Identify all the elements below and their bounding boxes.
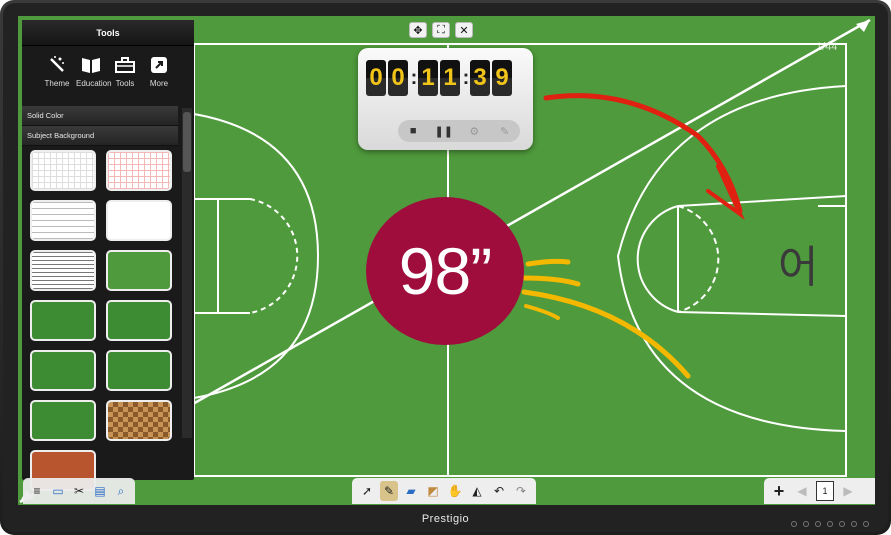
tools-tab-bar: Theme Education Tools More [22,46,194,106]
monitor-button[interactable] [839,521,845,527]
select-cursor-icon[interactable]: ➚ [358,481,376,501]
background-thumb-grid[interactable] [30,150,96,191]
timer-colon: : [410,66,418,89]
move-icon[interactable]: ✥ [409,22,427,38]
timer-digit: 3 [470,60,490,96]
eraser-icon[interactable]: ◩ [424,481,442,501]
tab-label: Education [76,79,112,88]
resize-icon[interactable]: ⛶ [432,22,450,38]
timer-digit: 9 [492,60,512,96]
tab-education[interactable]: Education [76,54,112,106]
monitor-button[interactable] [827,521,833,527]
background-thumb-lined[interactable] [30,200,96,241]
screen-size-badge: 98” [366,197,524,345]
background-thumb-field[interactable] [30,350,96,391]
background-thumb-tennis[interactable] [30,300,96,341]
page-number-button[interactable]: 1 [816,481,834,501]
screen-capture-icon[interactable]: ▤ [91,481,109,501]
redo-icon[interactable]: ↷ [512,481,530,501]
next-page-icon[interactable]: ▶ [839,481,857,501]
background-thumb-tennis-2[interactable] [106,300,172,341]
menu-item-solid-color[interactable]: Solid Color [22,106,178,126]
timer-digit: 0 [366,60,386,96]
shape-icon[interactable]: ◭ [468,481,486,501]
tab-more[interactable]: More [144,54,174,106]
close-icon[interactable]: ✕ [455,22,473,38]
object-toolbar: ✥ ⛶ ✕ [409,22,473,38]
timer-digit: 1 [418,60,438,96]
timer-controls: ■ ❚❚ ⚙ ✎ [398,120,520,142]
handwritten-character: 어 [778,242,819,293]
tab-theme[interactable]: Theme [42,54,72,106]
tab-label: Tools [115,79,135,88]
gear-icon[interactable]: ⚙ [465,122,483,140]
whiteboard-screen[interactable]: 1/44 어 ✥ ⛶ ✕ 0 0 : 1 1 : 3 9 ■ ❚❚ ⚙ ✎ 98… [18,16,875,505]
add-page-icon[interactable]: + [770,481,788,501]
monitor-button[interactable] [863,521,869,527]
highlighter-icon[interactable]: ▰ [402,481,420,501]
tab-label: More [149,79,169,88]
brand-logo: Prestigio [421,513,470,525]
menu-item-subject-background[interactable]: Subject Background [22,126,178,146]
timer-digit: 1 [440,60,460,96]
hand-icon[interactable]: ✋ [446,481,464,501]
monitor-button[interactable] [815,521,821,527]
timer-colon: : [462,66,470,89]
background-thumb-football[interactable] [30,400,96,441]
drawing-toolbar: ➚ ✎ ▰ ◩ ✋ ◭ ↶ ↷ [352,478,536,504]
stop-icon[interactable]: ■ [404,122,422,140]
monitor-bezel: 1/44 어 ✥ ⛶ ✕ 0 0 : 1 1 : 3 9 ■ ❚❚ ⚙ ✎ 98… [0,0,891,535]
zoom-icon[interactable]: ⌕ [112,481,130,501]
more-arrow-icon [148,54,170,76]
undo-icon[interactable]: ↶ [490,481,508,501]
tab-tools[interactable]: Tools [110,54,140,106]
background-thumb-soccer[interactable] [106,250,172,291]
toolbox-icon [114,54,136,76]
book-icon [80,54,102,76]
monitor-buttons [791,521,869,527]
pause-icon[interactable]: ❚❚ [435,122,453,140]
tools-panel-title: Tools [22,20,194,46]
monitor-chin: Prestigio [0,505,891,535]
tools-panel: Tools Theme Education Tools More Solid C… [22,20,194,491]
background-thumb-basketball[interactable] [106,350,172,391]
scrollbar-thumb[interactable] [183,112,191,172]
background-thumb-blank[interactable] [106,200,172,241]
tools-scrollbar[interactable] [182,108,192,438]
desktop-icon[interactable]: ▭ [49,481,67,501]
page-toolbar: + ◀ 1 ▶ [764,478,875,504]
previous-page-icon[interactable]: ◀ [793,481,811,501]
menu-icon[interactable]: ≡ [28,481,46,501]
background-thumb-chess[interactable] [106,400,172,441]
tab-label: Theme [44,79,70,88]
timer-digit: 0 [388,60,408,96]
monitor-button[interactable] [851,521,857,527]
monitor-button[interactable] [803,521,809,527]
pen-icon[interactable]: ✎ [380,481,398,501]
monitor-button[interactable] [791,521,797,527]
bottom-left-toolbar: ≡ ▭ ✂ ▤ ⌕ [23,478,135,504]
background-thumb-red-grid[interactable] [106,150,172,191]
timer-display: 0 0 : 1 1 : 3 9 [366,60,514,96]
edit-icon[interactable]: ✎ [496,122,514,140]
page-indicator: 1/44 [816,41,838,53]
countdown-timer-widget[interactable]: 0 0 : 1 1 : 3 9 ■ ❚❚ ⚙ ✎ [358,48,533,150]
tools-icon[interactable]: ✂ [70,481,88,501]
theme-wand-icon [46,54,68,76]
background-thumb-staff[interactable] [30,250,96,291]
